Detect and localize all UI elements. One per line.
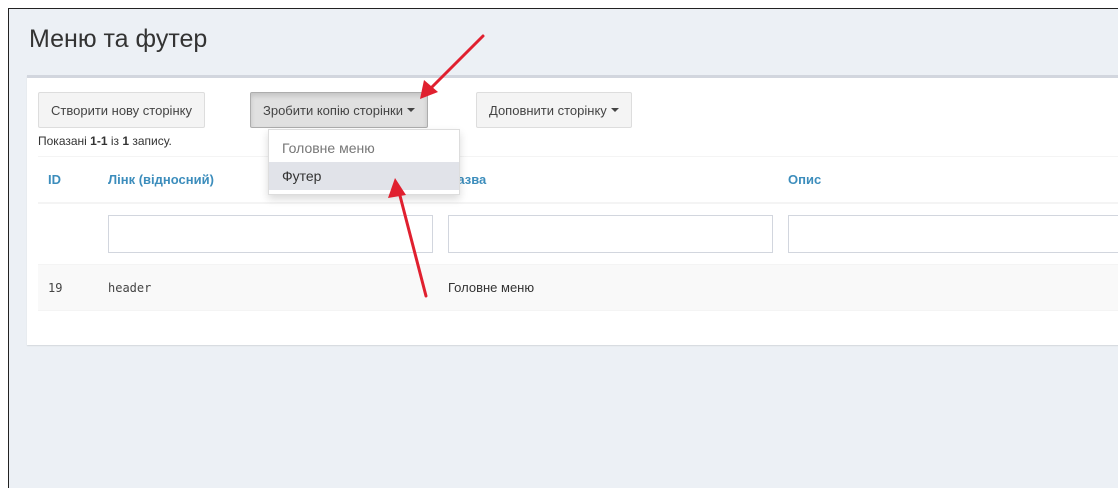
filter-cell-name	[438, 203, 778, 265]
filter-link-input[interactable]	[108, 215, 433, 253]
create-page-button[interactable]: Створити нову сторінку	[38, 92, 205, 128]
cell-name: Головне меню	[438, 264, 778, 311]
column-header-name[interactable]: Назва	[438, 156, 778, 204]
data-grid: ID Лінк (відносний) Назва Опис 19 header…	[38, 156, 1118, 311]
summary-prefix: Показані	[38, 134, 91, 148]
copy-page-dropdown-menu: Головне меню Футер	[268, 129, 460, 195]
cell-link: header	[98, 264, 438, 311]
filter-cell-link	[98, 203, 438, 265]
dropdown-item-footer[interactable]: Футер	[269, 162, 459, 190]
cell-id: 19	[38, 264, 98, 311]
column-header-id[interactable]: ID	[38, 156, 98, 204]
filter-description-input[interactable]	[788, 215, 1118, 253]
caret-down-icon	[407, 108, 415, 112]
summary-range: 1-1	[90, 134, 108, 148]
extend-page-label: Доповнити сторінку	[489, 102, 607, 118]
content-wrapper: Меню та футер Створити нову сторінку Зро…	[8, 8, 1118, 488]
summary-middle: із	[107, 134, 123, 148]
grid-box: Створити нову сторінку Зробити копію сто…	[27, 75, 1118, 345]
filter-cell-description	[778, 203, 1118, 265]
header-row: ID Лінк (відносний) Назва Опис	[38, 156, 1118, 204]
dropdown-item-main-menu[interactable]: Головне меню	[269, 134, 459, 162]
extend-page-dropdown-button[interactable]: Доповнити сторінку	[476, 92, 632, 128]
grid-summary: Показані 1-1 із 1 запису.	[38, 134, 172, 148]
table-row[interactable]: 19 header Головне меню	[38, 264, 1118, 311]
filter-row	[38, 203, 1118, 265]
column-header-description[interactable]: Опис	[778, 156, 1118, 204]
filter-cell-id	[38, 203, 98, 265]
copy-page-label: Зробити копію сторінки	[263, 102, 403, 118]
filter-name-input[interactable]	[448, 215, 773, 253]
copy-page-dropdown-button[interactable]: Зробити копію сторінки	[250, 92, 428, 128]
cell-description	[778, 264, 1118, 311]
caret-down-icon	[610, 108, 619, 112]
page-title: Меню та футер	[29, 25, 208, 53]
summary-suffix: запису.	[129, 134, 172, 148]
